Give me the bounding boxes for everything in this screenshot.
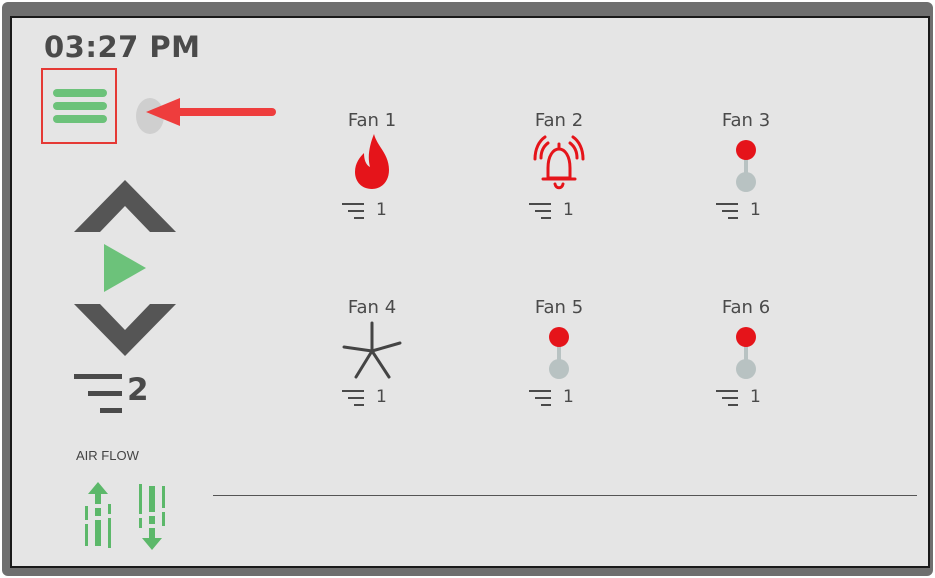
speed-lines-icon: [74, 374, 122, 413]
speed-lines-icon: [716, 203, 738, 219]
fan-name: Fan 4: [347, 297, 397, 318]
clock-display: 03:27 PM: [44, 30, 201, 64]
fan-blades-icon: [342, 321, 402, 379]
fan-speed: 1: [529, 387, 589, 409]
airflow-down-icon[interactable]: [136, 482, 168, 550]
menu-button[interactable]: [41, 68, 117, 144]
flame-icon: [355, 134, 389, 189]
fan-speed: 1: [716, 200, 776, 222]
fan-name: Fan 6: [721, 297, 771, 318]
speed-lines-icon: [716, 390, 738, 406]
toggle-icon: [736, 327, 756, 379]
play-icon[interactable]: [104, 244, 146, 292]
fan-speed: 1: [529, 200, 589, 222]
fan-name: Fan 2: [534, 110, 584, 131]
speed-lines-icon: [342, 203, 364, 219]
fan-name: Fan 1: [347, 110, 397, 131]
fan-speed-value: 1: [563, 200, 574, 220]
fan-name: Fan 5: [534, 297, 584, 318]
speed-lines-icon: [529, 203, 551, 219]
speed-level: 2: [127, 372, 149, 408]
alarm-bell-icon: [533, 135, 585, 190]
fan-speed-value: 1: [750, 200, 761, 220]
fan-name: Fan 3: [721, 110, 771, 131]
fan-speed: 1: [716, 387, 776, 409]
speed-lines-icon: [342, 390, 364, 406]
fan-speed-value: 1: [376, 387, 387, 407]
toggle-icon: [549, 327, 569, 379]
airflow-label: AIR FLOW: [76, 448, 139, 463]
speed-lines-icon: [529, 390, 551, 406]
fan-speed-value: 1: [750, 387, 761, 407]
chevron-up-icon[interactable]: [74, 180, 176, 232]
fan-speed: 1: [342, 387, 402, 409]
fan-speed-value: 1: [563, 387, 574, 407]
divider-line: [213, 495, 917, 496]
fan-speed-value: 1: [376, 200, 387, 220]
chevron-down-icon[interactable]: [74, 304, 176, 356]
airflow-up-icon[interactable]: [82, 482, 114, 550]
toggle-icon: [736, 140, 756, 192]
fan-speed: 1: [342, 200, 402, 222]
